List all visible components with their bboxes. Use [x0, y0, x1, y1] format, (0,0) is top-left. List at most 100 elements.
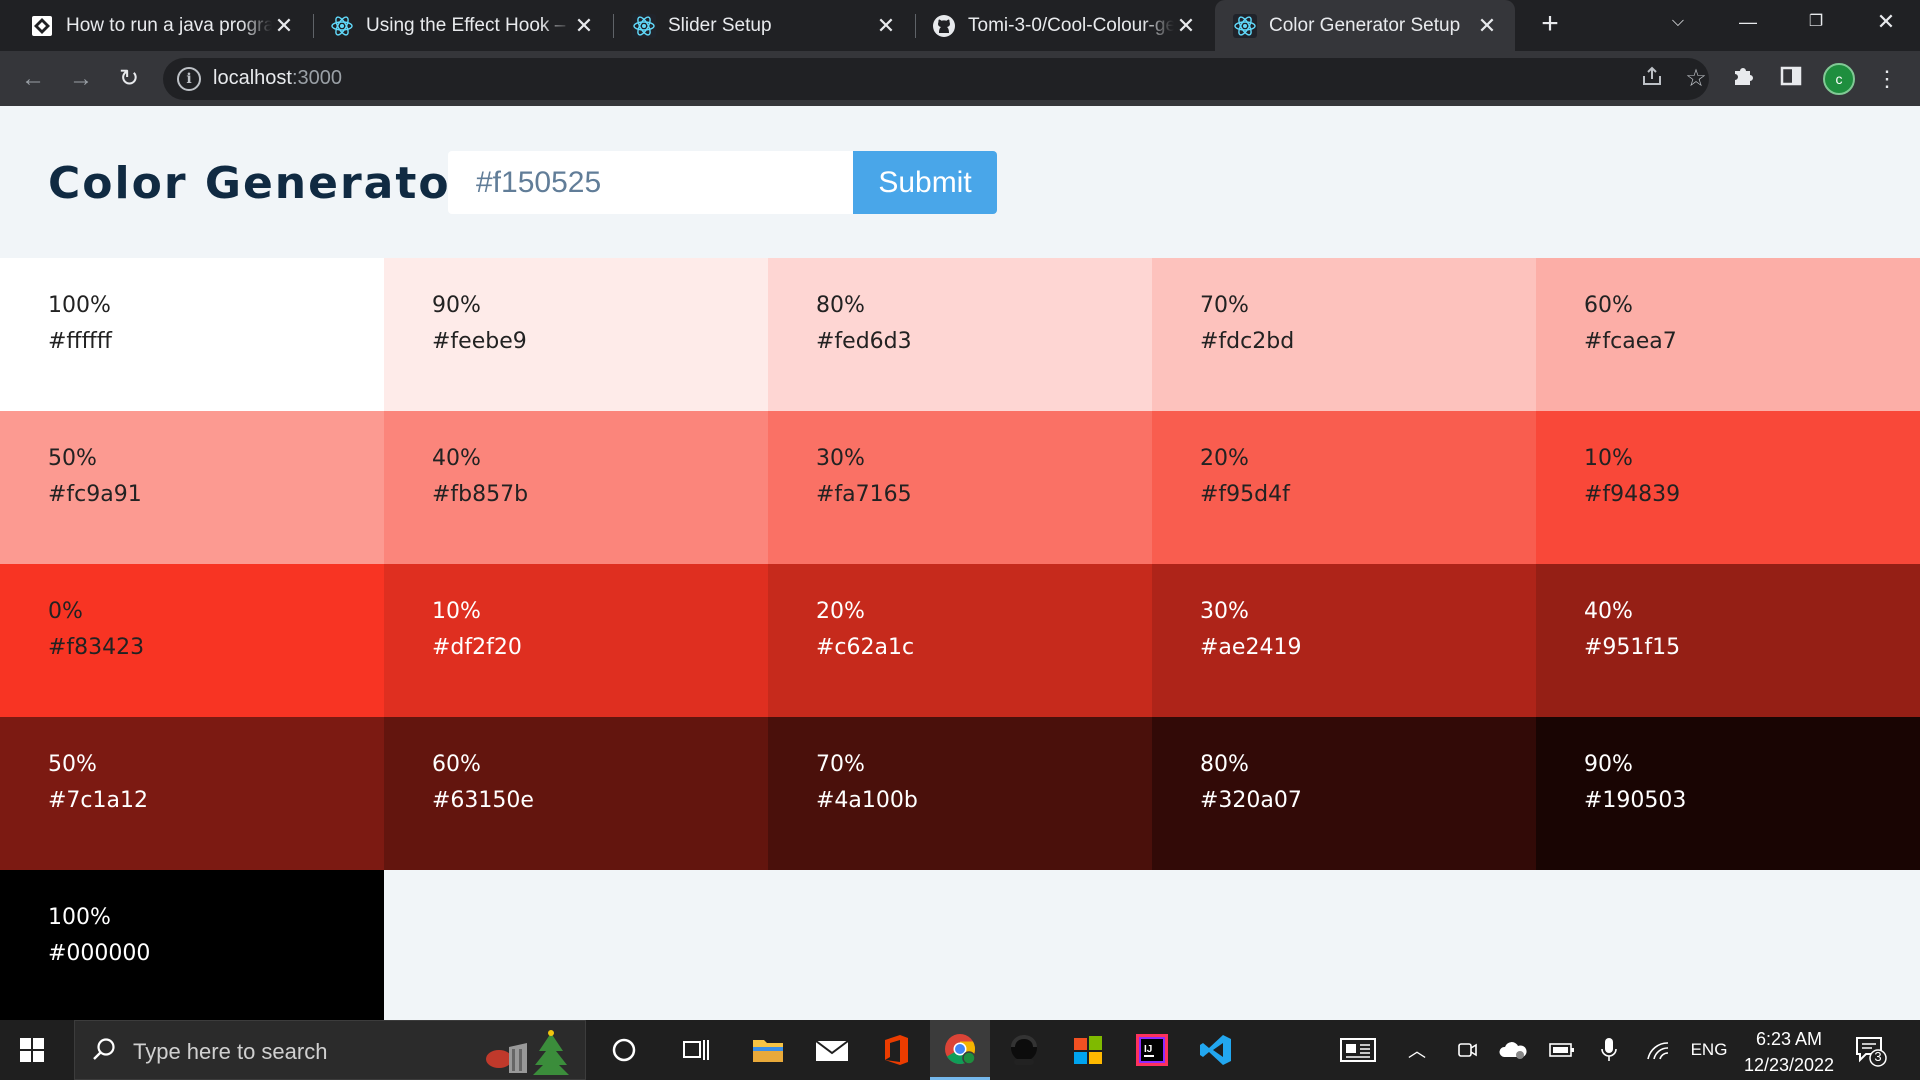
swatch-percent: 80%	[816, 293, 865, 318]
bookmark-star-icon[interactable]: ☆	[1681, 64, 1711, 94]
swatch-percent: 20%	[1200, 446, 1249, 471]
close-tab-icon[interactable]: ✕	[272, 13, 296, 38]
tab-search-chevron-icon[interactable]: ⌵	[1648, 0, 1708, 44]
color-swatch[interactable]: 90% #190503	[1536, 717, 1920, 870]
color-swatch[interactable]: 60% #63150e	[384, 717, 768, 870]
color-swatch[interactable]: 90% #feebe9	[384, 258, 768, 411]
swatch-hex: #fcaea7	[1584, 329, 1677, 354]
swatch-percent: 100%	[48, 905, 111, 930]
wifi-icon[interactable]	[1642, 1020, 1674, 1080]
swatch-hex: #ffffff	[48, 329, 112, 354]
color-swatch[interactable]: 20% #f95d4f	[1152, 411, 1536, 564]
onedrive-cloud-icon[interactable]	[1496, 1020, 1530, 1080]
swatch-hex: #000000	[48, 941, 151, 966]
task-view-icon[interactable]	[666, 1020, 726, 1080]
show-hidden-icons-chevron-icon[interactable]: ︿	[1402, 1020, 1432, 1080]
swatch-percent: 40%	[432, 446, 481, 471]
color-swatch[interactable]: 10% #df2f20	[384, 564, 768, 717]
color-swatch[interactable]: 40% #951f15	[1536, 564, 1920, 717]
share-icon[interactable]	[1637, 64, 1667, 94]
minimize-icon[interactable]: —	[1718, 0, 1778, 44]
microsoft-store-icon[interactable]	[1058, 1020, 1118, 1080]
search-icon	[91, 1037, 117, 1067]
color-swatch[interactable]: 50% #7c1a12	[0, 717, 384, 870]
camera-app-icon[interactable]	[994, 1020, 1054, 1080]
color-swatch[interactable]: 100% #ffffff	[0, 258, 384, 411]
browser-tab[interactable]: How to run a java program ✕	[0, 0, 312, 51]
office-icon[interactable]	[866, 1020, 926, 1080]
new-tab-plus-icon[interactable]: +	[1535, 9, 1565, 40]
color-swatch[interactable]: 60% #fcaea7	[1536, 258, 1920, 411]
taskbar-search-box[interactable]: Type here to search	[74, 1020, 586, 1080]
color-swatch[interactable]: 70% #4a100b	[768, 717, 1152, 870]
browser-toolbar: ← → ↻ i localhost:3000 ☆ c ⋮	[0, 51, 1920, 106]
windows-start-icon[interactable]	[20, 1038, 44, 1062]
browser-tab[interactable]: Using the Effect Hook – React ✕	[314, 0, 612, 51]
close-tab-icon[interactable]: ✕	[572, 13, 596, 38]
color-input[interactable]	[448, 151, 853, 214]
chrome-icon[interactable]	[930, 1020, 990, 1080]
swatch-hex: #190503	[1584, 788, 1687, 813]
swatch-percent: 20%	[816, 599, 865, 624]
news-widget-icon[interactable]	[1336, 1020, 1380, 1080]
side-panel-icon[interactable]	[1776, 64, 1806, 94]
swatch-hex: #fa7165	[816, 482, 912, 507]
reload-icon[interactable]: ↻	[114, 64, 144, 94]
color-swatch[interactable]: 40% #fb857b	[384, 411, 768, 564]
swatch-percent: 60%	[1584, 293, 1633, 318]
close-window-icon[interactable]: ✕	[1856, 0, 1916, 44]
page-content: Color Generator Submit 100% #ffffff 90% #fe…	[0, 106, 1920, 1020]
close-tab-icon[interactable]: ✕	[1174, 13, 1198, 38]
address-url: localhost:3000	[213, 67, 342, 89]
battery-icon[interactable]	[1546, 1020, 1578, 1080]
taskbar-clock[interactable]: 6:23 AM 12/23/2022	[1734, 1026, 1844, 1078]
close-tab-icon[interactable]: ✕	[874, 13, 898, 38]
meet-now-icon[interactable]	[1452, 1020, 1482, 1080]
mail-icon[interactable]	[802, 1020, 862, 1080]
swatch-hex: #fb857b	[432, 482, 529, 507]
browser-tab-active[interactable]: Color Generator Setup ✕	[1215, 0, 1515, 51]
address-bar[interactable]: i localhost:3000 ☆	[163, 58, 1709, 100]
java-favicon-icon	[30, 14, 54, 38]
forward-arrow-icon[interactable]: →	[66, 64, 96, 94]
extensions-puzzle-icon[interactable]	[1728, 64, 1758, 94]
file-explorer-icon[interactable]	[738, 1020, 798, 1080]
back-arrow-icon[interactable]: ←	[18, 64, 48, 94]
color-swatch[interactable]: 20% #c62a1c	[768, 564, 1152, 717]
vscode-icon[interactable]	[1186, 1020, 1246, 1080]
react-favicon-icon	[330, 14, 354, 38]
color-swatch[interactable]: 0% #f83423	[0, 564, 384, 717]
close-tab-icon[interactable]: ✕	[1475, 13, 1499, 38]
notification-count: 3	[1874, 1049, 1882, 1064]
tab-title: Slider Setup	[668, 14, 772, 36]
restore-icon[interactable]: ❐	[1786, 0, 1846, 44]
tab-title: Tomi-3-0/Cool-Colour-generator	[968, 14, 1174, 36]
cortana-circle-icon[interactable]	[594, 1020, 654, 1080]
notification-center-icon[interactable]: 3	[1854, 1034, 1888, 1068]
color-swatch[interactable]: 70% #fdc2bd	[1152, 258, 1536, 411]
color-swatch[interactable]: 30% #ae2419	[1152, 564, 1536, 717]
submit-button[interactable]: Submit	[853, 151, 997, 214]
swatch-hex: #feebe9	[432, 329, 527, 354]
color-swatch[interactable]: 80% #320a07	[1152, 717, 1536, 870]
color-swatch[interactable]: 100% #000000	[0, 870, 384, 1020]
swatch-hex: #7c1a12	[48, 788, 148, 813]
profile-avatar[interactable]: c	[1823, 63, 1855, 95]
swatch-hex: #c62a1c	[816, 635, 915, 660]
intellij-icon[interactable]: IJ	[1122, 1020, 1182, 1080]
color-swatch[interactable]: 50% #fc9a91	[0, 411, 384, 564]
clock-date: 12/23/2022	[1743, 1055, 1835, 1075]
react-favicon-icon	[632, 13, 656, 38]
swatch-hex: #320a07	[1200, 788, 1302, 813]
site-info-icon[interactable]: i	[177, 67, 201, 91]
color-swatch[interactable]: 10% #f94839	[1536, 411, 1920, 564]
language-indicator[interactable]: ENG	[1684, 1020, 1734, 1080]
browser-tab[interactable]: Tomi-3-0/Cool-Colour-generator ✕	[916, 0, 1214, 51]
browser-tab[interactable]: Slider Setup ✕	[614, 0, 914, 51]
microphone-icon[interactable]	[1594, 1020, 1624, 1080]
tab-title: How to run a java program	[66, 14, 272, 36]
color-swatch[interactable]: 80% #fed6d3	[768, 258, 1152, 411]
windows-taskbar: Type here to search IJ ︿ ENG 6:23 AM 12/…	[0, 1020, 1920, 1080]
color-swatch[interactable]: 30% #fa7165	[768, 411, 1152, 564]
menu-kebab-icon[interactable]: ⋮	[1872, 64, 1902, 94]
